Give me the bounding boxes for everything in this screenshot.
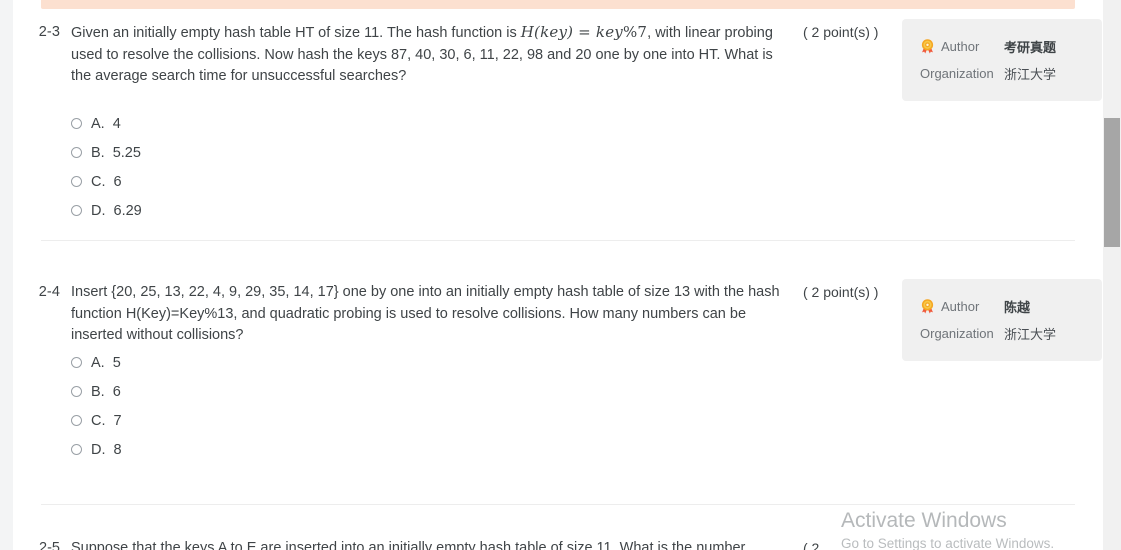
question-number-2-3: 2-3 [38, 24, 60, 40]
radio-icon-2-3-b[interactable] [71, 147, 82, 158]
organization-label-wrap-2-4: Organization [920, 326, 1004, 341]
organization-row-2-4: Organization 浙江大学 [902, 320, 1102, 347]
radio-icon-2-4-b[interactable] [71, 386, 82, 397]
question-text-2-4: Insert {20, 25, 13, 22, 4, 9, 29, 35, 14… [71, 282, 787, 347]
option-2-4-c[interactable]: C. 7 [71, 406, 471, 435]
radio-icon-2-3-c[interactable] [71, 176, 82, 187]
radio-icon-2-3-d[interactable] [71, 205, 82, 216]
option-value-2-4-d: 8 [113, 441, 122, 458]
question-points-partial: ( 2 [803, 540, 820, 550]
author-row-2-3: Author 考研真题 [902, 33, 1102, 60]
option-2-3-d[interactable]: D. 6.29 [71, 196, 471, 225]
option-letter-2-3-a: A. [91, 115, 105, 132]
question-paragraph-2-4: Insert {20, 25, 13, 22, 4, 9, 29, 35, 14… [71, 284, 780, 343]
scrollbar-thumb[interactable] [1104, 118, 1120, 247]
option-2-3-b[interactable]: B. 5.25 [71, 138, 471, 167]
author-label-wrap-2-4: Author [920, 299, 1004, 314]
medal-icon [921, 39, 934, 54]
quiz-page-root: 2-3 Given an initially empty hash table … [0, 0, 1121, 550]
organization-label-2-3: Organization [920, 66, 994, 81]
author-value-2-3: 考研真题 [1004, 40, 1057, 55]
organization-label-wrap-2-3: Organization [920, 66, 1004, 81]
organization-row-2-3: Organization 浙江大学 [902, 60, 1102, 87]
option-value-2-3-a: 4 [112, 115, 121, 132]
option-letter-2-4-b: B. [91, 383, 105, 400]
question-text-2-3: Given an initially empty hash table HT o… [71, 22, 787, 88]
option-value-2-3-c: 6 [113, 173, 122, 190]
author-label-2-4: Author [941, 299, 980, 314]
radio-icon-2-3-a[interactable] [71, 118, 82, 129]
option-value-2-3-b: 5.25 [112, 144, 141, 161]
left-gutter [0, 0, 13, 550]
option-value-2-4-c: 7 [113, 412, 122, 429]
radio-icon-2-4-d[interactable] [71, 444, 82, 455]
math-rhs: key [595, 23, 623, 41]
organization-value-2-3: 浙江大学 [1004, 67, 1057, 82]
option-2-4-d[interactable]: D. 8 [71, 435, 471, 464]
author-row-2-4: Author 陈越 [902, 293, 1102, 320]
option-letter-2-4-c: C. [91, 412, 106, 429]
organization-label-2-4: Organization [920, 326, 994, 341]
math-modulus: 7 [637, 23, 648, 41]
options-group-2-4: A. 5 B. 6 C. 7 D. 8 [71, 348, 471, 464]
author-card-2-4: Author 陈越 Organization 浙江大学 [902, 279, 1102, 361]
option-2-3-a[interactable]: A. 4 [71, 109, 471, 138]
question-divider-2 [41, 504, 1075, 505]
question-text-partial: Suppose that the keys A to E are inserte… [71, 540, 746, 550]
vertical-scrollbar[interactable] [1103, 0, 1121, 550]
options-group-2-3: A. 4 B. 5.25 C. 6 D. 6.29 [71, 109, 471, 225]
option-2-4-a[interactable]: A. 5 [71, 348, 471, 377]
option-letter-2-4-d: D. [91, 441, 106, 458]
top-notice-strip [41, 0, 1075, 9]
radio-icon-2-4-a[interactable] [71, 357, 82, 368]
author-card-2-3: Author 考研真题 Organization 浙江大学 [902, 19, 1102, 101]
organization-value-2-4: 浙江大学 [1004, 327, 1057, 342]
question-divider-1 [41, 240, 1075, 241]
option-2-4-b[interactable]: B. 6 [71, 377, 471, 406]
question-number-partial: 2-5 [39, 540, 60, 550]
option-letter-2-3-c: C. [91, 173, 106, 190]
option-letter-2-3-d: D. [91, 202, 106, 219]
math-lhs: H(key) [520, 23, 574, 41]
question-list-container: 2-3 Given an initially empty hash table … [13, 0, 1103, 550]
author-value-2-4: 陈越 [1004, 300, 1031, 315]
option-value-2-4-b: 6 [112, 383, 121, 400]
question-number-2-4: 2-4 [38, 284, 60, 300]
radio-icon-2-4-c[interactable] [71, 415, 82, 426]
author-label-wrap-2-3: Author [920, 39, 1004, 54]
author-label-2-3: Author [941, 39, 980, 54]
option-2-3-c[interactable]: C. 6 [71, 167, 471, 196]
watermark-title: Activate Windows [841, 509, 1007, 532]
option-value-2-3-d: 6.29 [113, 202, 142, 219]
math-equals: = [573, 23, 596, 41]
question-text-before-math-2-3: Given an initially empty hash table HT o… [71, 25, 521, 41]
option-value-2-4-a: 5 [112, 354, 121, 371]
math-formula-2-3: H(key) = key%7 [521, 23, 647, 41]
option-letter-2-4-a: A. [91, 354, 105, 371]
question-paragraph-2-3: Given an initially empty hash table HT o… [71, 22, 787, 88]
medal-icon [921, 299, 934, 314]
math-modulo-operator: % [622, 23, 638, 41]
question-block-partial: 2-5 Suppose that the keys A to E are ins… [13, 538, 1103, 550]
option-letter-2-3-b: B. [91, 144, 105, 161]
